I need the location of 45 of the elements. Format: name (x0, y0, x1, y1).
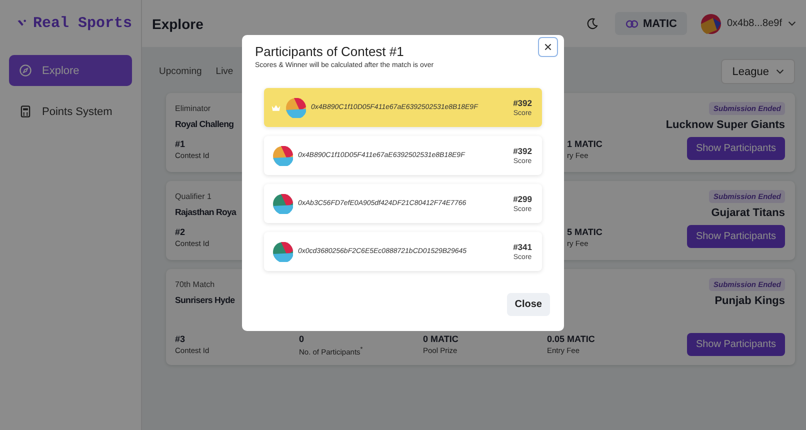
calculator-icon (19, 105, 32, 118)
match-stage: 70th Match (175, 280, 215, 288)
crown-icon (271, 104, 281, 112)
rank-value: #299 (513, 194, 532, 204)
sidebar-item[interactable]: Explore (9, 55, 132, 86)
tab[interactable]: Live (216, 62, 234, 81)
show-participants-button[interactable]: Show Participants (686, 225, 785, 248)
close-button[interactable]: Close (506, 293, 550, 316)
team-name: Royal Challeng (175, 119, 234, 131)
app-logo: Real Sports (32, 14, 132, 32)
chevron-down-icon (788, 21, 796, 26)
show-participants-button[interactable]: Show Participants (686, 137, 785, 160)
stat-value: #1 (175, 139, 186, 149)
stat-value: 1 MATIC (567, 139, 604, 149)
network-button[interactable]: MATIC (614, 12, 687, 35)
stat-value: #3 (175, 334, 186, 344)
rank-value: #392 (513, 98, 532, 108)
sidebar-item[interactable]: Points System (9, 96, 132, 127)
stat-value: 0 (299, 334, 306, 344)
team-name: Gujarat Titans (711, 207, 785, 219)
page-title: Explore (152, 16, 204, 32)
chevron-down-icon (776, 69, 784, 74)
avatar-icon (700, 14, 721, 34)
compass-icon (19, 64, 32, 77)
account-button[interactable]: 0x4b8...8e9f (700, 14, 796, 34)
stat-value: 0 MATIC (423, 334, 460, 344)
stat-value: #2 (175, 227, 186, 237)
stat-value: 0.05 MATIC (547, 334, 596, 344)
league-dropdown[interactable]: League (721, 59, 795, 84)
chain-link-icon (624, 18, 639, 28)
stat-value: 5 MATIC (567, 227, 604, 237)
team-name: Lucknow Super Giants (666, 119, 785, 131)
match-stage: Eliminator (175, 104, 211, 112)
team-name: Punjab Kings (714, 295, 785, 307)
moon-icon[interactable] (586, 17, 599, 30)
logo-icon (17, 18, 27, 28)
show-participants-button[interactable]: Show Participants (686, 333, 785, 356)
rank-value: #341 (513, 242, 532, 252)
dialog-title: Participants of Contest #1 (255, 44, 405, 59)
team-name: Sunrisers Hyde (175, 295, 235, 307)
match-stage: Qualifier 1 (175, 192, 212, 200)
team-name: Rajasthan Roya (175, 207, 236, 219)
close-icon[interactable] (538, 37, 558, 57)
rank-value: #392 (513, 146, 532, 156)
tab[interactable]: Upcoming (159, 62, 202, 81)
